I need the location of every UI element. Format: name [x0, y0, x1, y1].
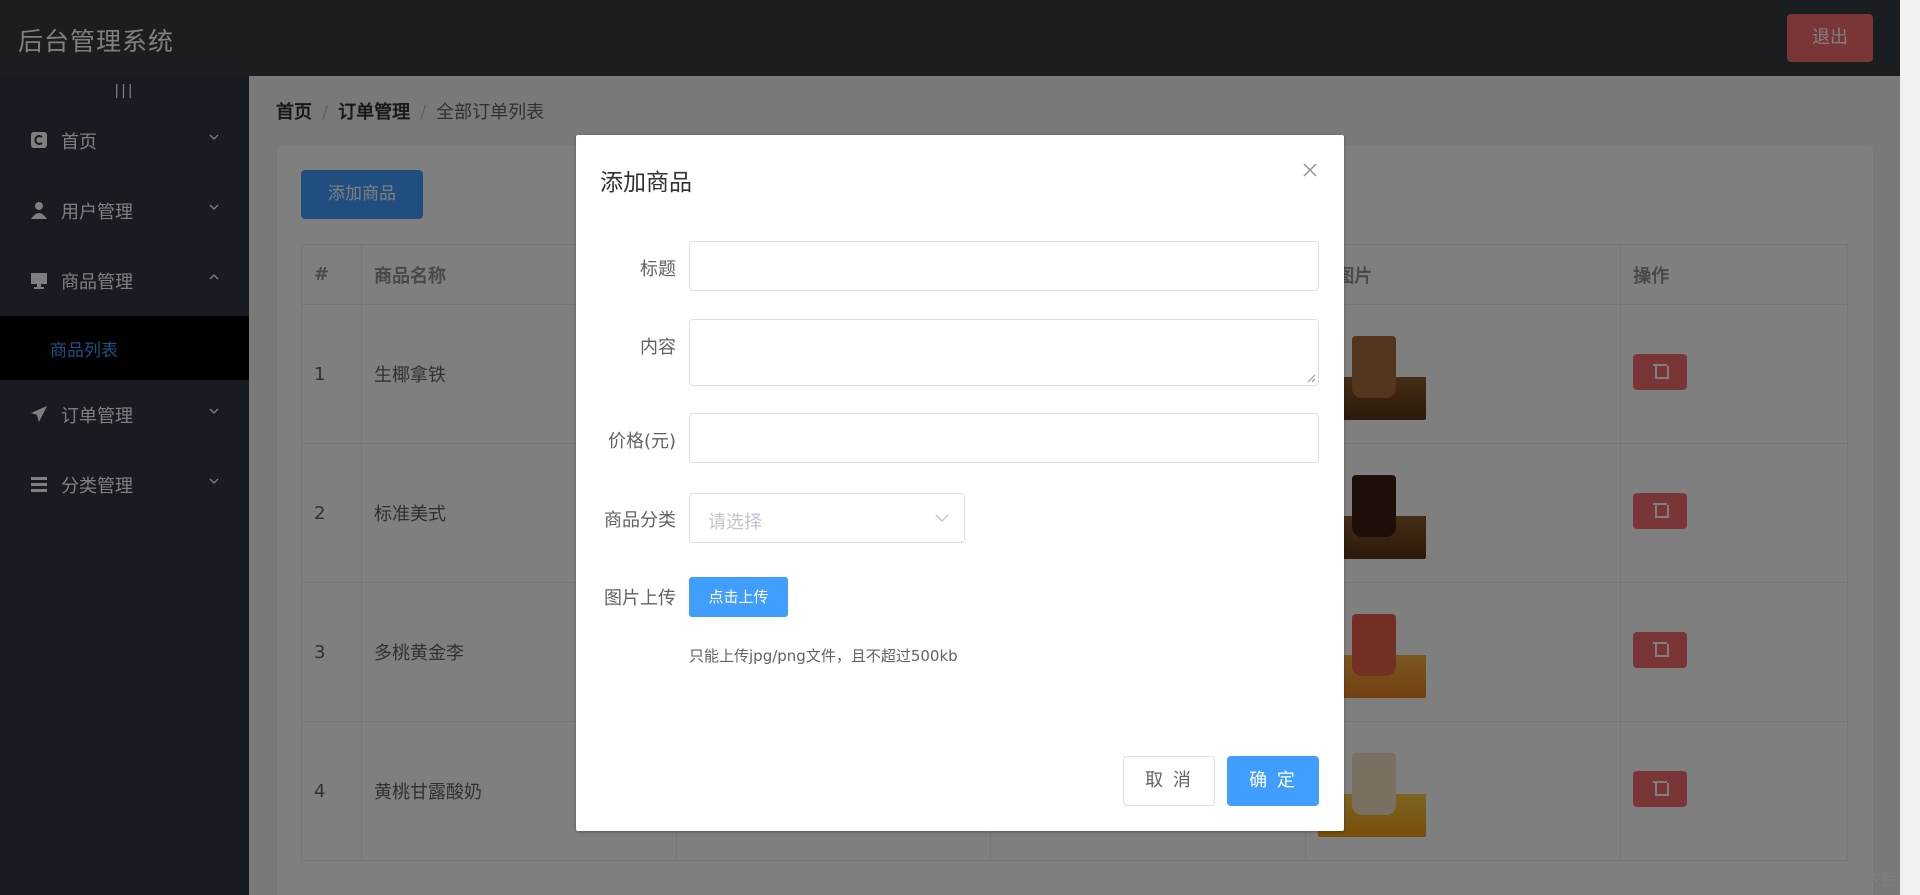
category-label: 商品分类 [604, 510, 676, 531]
cancel-button[interactable]: 取 消 [1123, 756, 1215, 806]
price-input[interactable] [689, 413, 1319, 463]
close-icon[interactable] [1301, 161, 1319, 179]
content-textarea[interactable] [689, 319, 1319, 386]
upload-button[interactable]: 点击上传 [689, 577, 788, 617]
page-scrollbar[interactable] [1900, 0, 1920, 895]
content-label: 内容 [640, 337, 676, 358]
dialog-title: 添加商品 [600, 170, 692, 196]
resize-handle-icon[interactable] [1306, 373, 1316, 383]
title-label: 标题 [640, 259, 676, 280]
chevron-down-icon [935, 514, 949, 523]
confirm-button[interactable]: 确 定 [1227, 756, 1319, 806]
category-select[interactable]: 请选择 [689, 493, 965, 543]
title-input[interactable] [689, 241, 1319, 291]
upload-label: 图片上传 [604, 588, 676, 609]
price-label: 价格(元) [607, 431, 676, 452]
add-product-dialog: 添加商品 标题 内容 价格(元) 商品分类 请选择 图片上传 点击上传 只能上传… [576, 135, 1344, 831]
upload-tip: 只能上传jpg/png文件，且不超过500kb [689, 647, 958, 665]
category-placeholder: 请选择 [708, 512, 762, 533]
